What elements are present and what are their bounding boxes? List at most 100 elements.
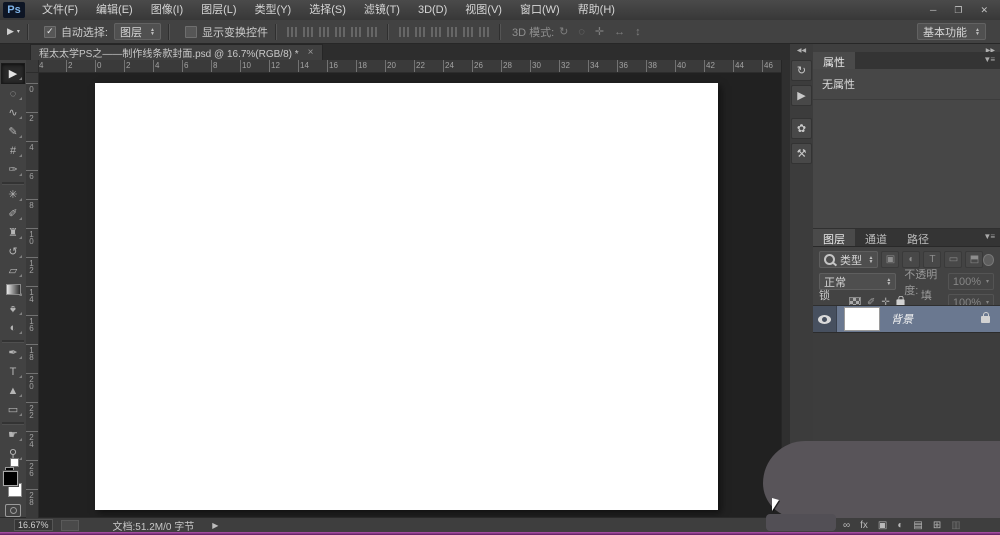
elliptical-marquee-tool[interactable]: ◌ [2, 84, 24, 103]
horizontal-ruler[interactable]: 4 2 0 2 4 6 8 10 12 14 16 18 20 22 24 26 28 30 32 34 36 38 40 4… [26, 60, 781, 73]
layer-row-background[interactable]: 背景 [813, 306, 1000, 333]
auto-select-dropdown[interactable]: 图层 ▲ ▼ [114, 23, 161, 40]
ruler-label: 24 [445, 61, 454, 70]
ruler-origin-corner[interactable] [26, 60, 39, 73]
quick-selection-tool[interactable]: ✎ [2, 122, 24, 141]
tab-图层[interactable]: 图层 [813, 229, 855, 246]
distribute-horizontal-centers-icon[interactable] [462, 26, 473, 37]
rectangle-tool[interactable]: ▭ [2, 400, 24, 419]
layer-style-icon[interactable]: fx [860, 520, 868, 531]
3d-roll-icon[interactable]: ◌ [578, 26, 585, 38]
menu-item-9[interactable]: 视图(V) [456, 0, 511, 20]
status-menu-arrow-icon[interactable]: ▶ [212, 521, 218, 530]
brush-panel-icon[interactable]: ✿ [791, 118, 812, 139]
menu-item-2[interactable]: 编辑(E) [87, 0, 142, 20]
3d-drag-icon[interactable]: ✛ [595, 25, 604, 38]
3d-slide-icon[interactable]: ↔ [614, 26, 625, 38]
expand-panels-icon[interactable]: ◀◀ [790, 44, 813, 56]
hand-tool[interactable]: ☛ [2, 424, 24, 444]
type-tool[interactable]: T [2, 362, 24, 381]
pen-tool[interactable]: ✒ [2, 342, 24, 362]
document-canvas[interactable] [95, 83, 718, 510]
3d-rotate-icon[interactable]: ↻ [559, 25, 568, 38]
crop-tool[interactable]: # [2, 141, 24, 160]
brush-tool[interactable]: ✐ [2, 204, 24, 223]
move-tool[interactable]: ▶ [1, 63, 25, 84]
menu-item-1[interactable]: 文件(F) [33, 0, 87, 20]
tab-properties[interactable]: 属性 [813, 52, 855, 69]
history-panel-icon[interactable]: ↻ [791, 60, 812, 81]
filter-shape-layers-icon[interactable]: ▭ [944, 251, 963, 268]
checkbox-unchecked-icon[interactable] [184, 25, 197, 38]
align-vertical-centers-icon[interactable] [302, 26, 313, 37]
menu-item-10[interactable]: 窗口(W) [511, 0, 569, 20]
clone-stamp-tool[interactable]: ♜ [2, 223, 24, 242]
vertical-ruler[interactable]: 0 2 4 6 8 10 12 14 16 18 20 22 24 26 28 [26, 72, 39, 518]
quick-mask-button[interactable] [5, 504, 21, 517]
checkbox-checked-icon[interactable]: ✓ [43, 25, 56, 38]
distribute-vertical-centers-icon[interactable] [414, 26, 425, 37]
distribute-bottom-edges-icon[interactable] [430, 26, 441, 37]
distribute-right-edges-icon[interactable] [478, 26, 489, 37]
visibility-toggle[interactable] [813, 306, 837, 332]
add-layer-mask-icon[interactable]: ▣ [878, 520, 887, 531]
panel-menu-icon[interactable]: ▼≡ [977, 229, 1000, 246]
dodge-tool[interactable]: ◐ [2, 318, 24, 337]
menu-item-3[interactable]: 图像(I) [142, 0, 192, 20]
layer-name[interactable]: 背景 [891, 311, 913, 327]
foreground-color-swatch[interactable] [3, 471, 18, 486]
filter-pixel-layers-icon[interactable]: ▣ [881, 251, 900, 268]
menu-item-5[interactable]: 类型(Y) [246, 0, 301, 20]
minimize-button[interactable]: ─ [930, 5, 936, 16]
clone-source-panel-icon[interactable]: ⚒ [791, 143, 812, 164]
new-adjustment-layer-icon[interactable]: ◐ [897, 520, 903, 531]
distribute-top-edges-icon[interactable] [398, 26, 409, 37]
document-tab[interactable]: 程太太学PS之——制作线条款封面.psd @ 16.7%(RGB/8) * × [30, 44, 323, 60]
show-transform-checkbox[interactable]: 显示变换控件 [184, 24, 268, 40]
align-right-edges-icon[interactable] [366, 26, 377, 37]
menu-item-11[interactable]: 帮助(H) [569, 0, 624, 20]
blur-tool[interactable]: ♠ [2, 299, 24, 318]
eraser-tool[interactable]: ▱ [2, 261, 24, 280]
menu-item-7[interactable]: 滤镜(T) [355, 0, 409, 20]
align-bottom-edges-icon[interactable] [318, 26, 329, 37]
tab-通道[interactable]: 通道 [855, 229, 897, 246]
close-button[interactable]: ✕ [980, 5, 988, 16]
auto-select-checkbox[interactable]: ✓ 自动选择: [43, 24, 108, 40]
restore-button[interactable]: ❐ [954, 5, 962, 16]
filter-smart-objects-icon[interactable]: ⬒ [965, 251, 984, 268]
history-brush-tool[interactable]: ↺ [2, 242, 24, 261]
filter-toggle[interactable] [983, 253, 994, 266]
tab-close-icon[interactable]: × [308, 47, 314, 58]
menu-item-4[interactable]: 图层(L) [192, 0, 245, 20]
spot-healing-brush-tool[interactable]: ✳ [2, 184, 24, 204]
lasso-tool[interactable]: ∿ [2, 103, 24, 122]
new-group-icon[interactable]: ▤ [913, 520, 922, 531]
gradient-tool[interactable] [2, 280, 24, 299]
distribute-left-edges-icon[interactable] [446, 26, 457, 37]
status-options-icon[interactable] [60, 519, 79, 531]
opacity-dropdown[interactable]: 100% ▾ [947, 273, 994, 290]
color-swatches[interactable] [2, 470, 24, 498]
layer-filter-dropdown[interactable]: 类型 ▲ ▼ [819, 251, 879, 268]
menu-item-6[interactable]: 选择(S) [300, 0, 355, 20]
zoom-level-field[interactable]: 16.67% [14, 519, 53, 531]
path-selection-tool[interactable]: ▲ [2, 381, 24, 400]
align-left-edges-icon[interactable] [334, 26, 345, 37]
current-tool-icon[interactable]: ▶ ▾ [7, 26, 20, 37]
align-horizontal-centers-icon[interactable] [350, 26, 361, 37]
panel-menu-icon[interactable]: ▼≡ [977, 52, 1000, 69]
3d-scale-icon[interactable]: ↕ [635, 26, 641, 38]
separator [498, 23, 501, 40]
link-layers-icon[interactable]: ∞ [843, 520, 850, 531]
tab-路径[interactable]: 路径 [897, 229, 939, 246]
workspace-switcher[interactable]: 基本功能 ▲ ▼ [917, 23, 986, 40]
layer-thumbnail[interactable] [844, 307, 880, 331]
new-layer-icon[interactable]: ⊞ [933, 520, 941, 531]
menu-item-8[interactable]: 3D(D) [409, 0, 456, 20]
eyedropper-tool[interactable]: ✑ [2, 160, 24, 179]
align-top-edges-icon[interactable] [286, 26, 297, 37]
delete-layer-icon[interactable]: ▥ [951, 520, 960, 531]
separator [274, 23, 277, 40]
actions-panel-icon[interactable]: ▶ [791, 85, 812, 106]
